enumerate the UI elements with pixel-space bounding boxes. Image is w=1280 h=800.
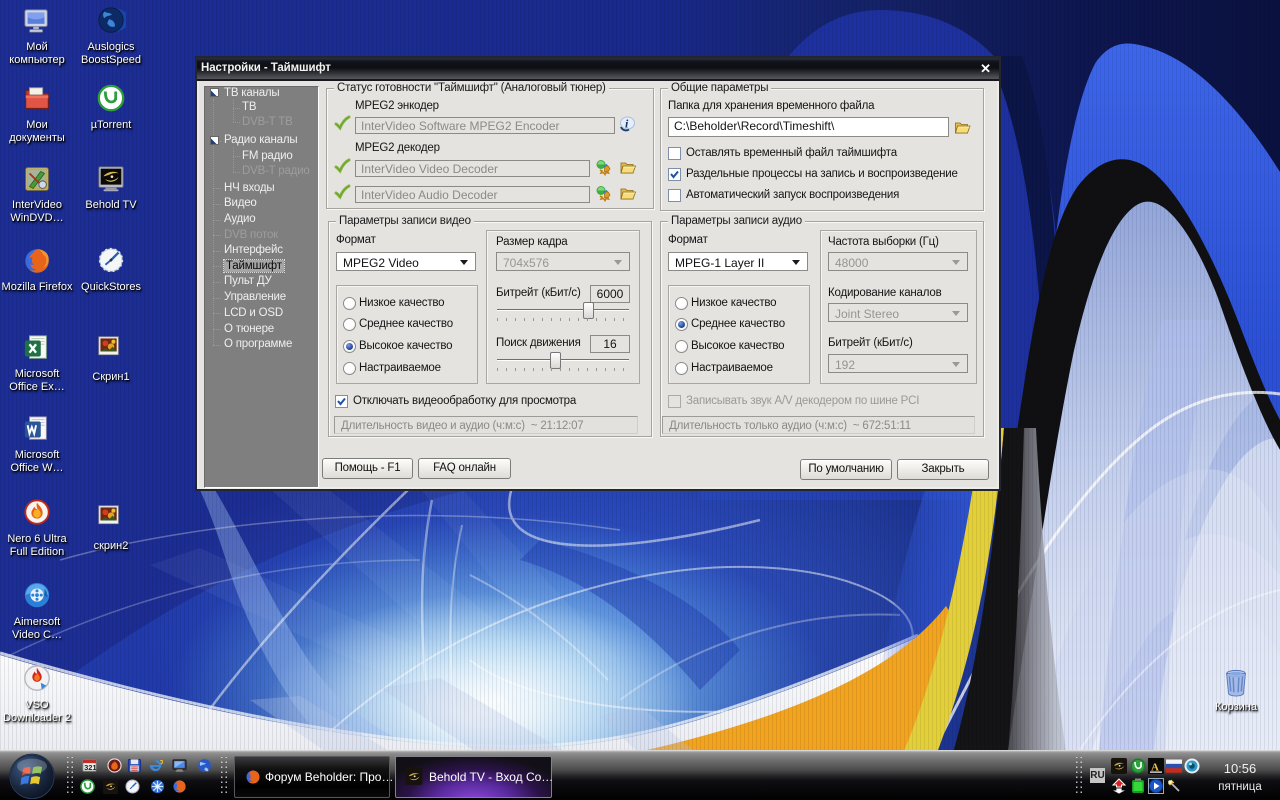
svg-text:321: 321 — [84, 763, 97, 772]
